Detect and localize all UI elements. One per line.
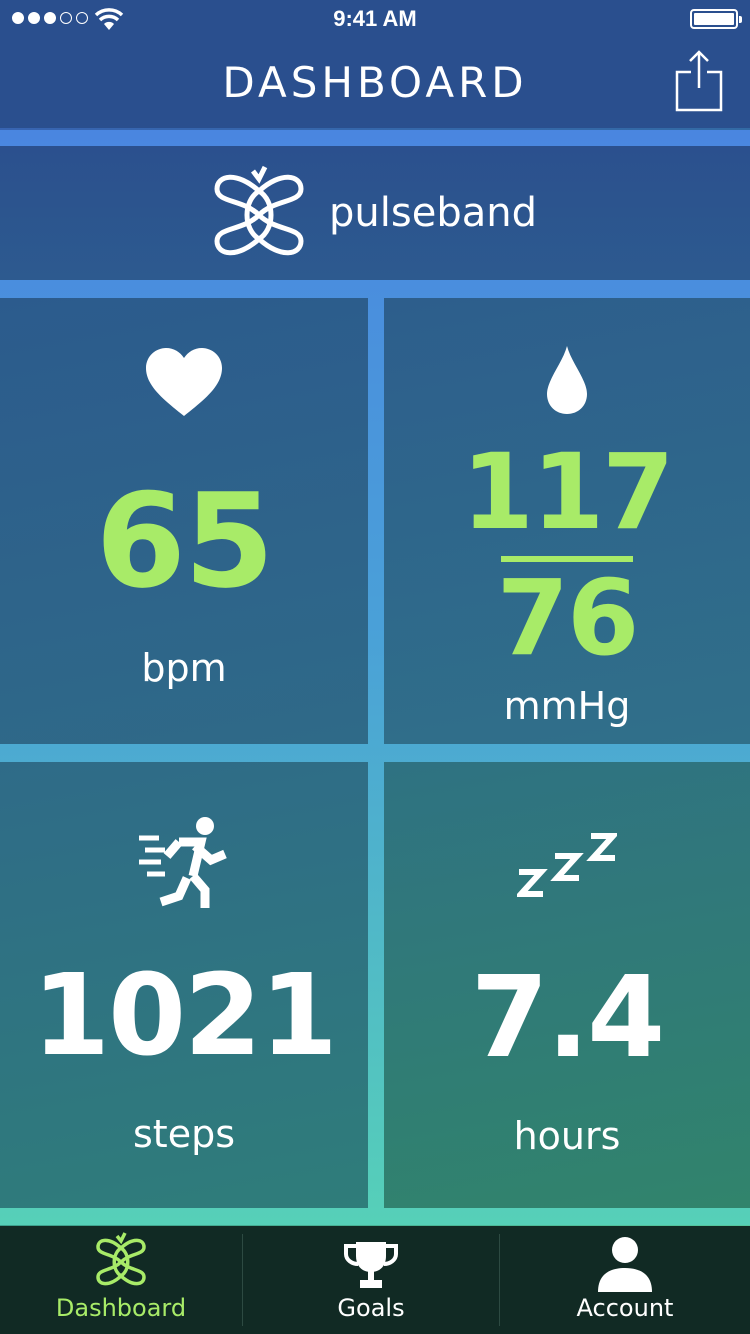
steps-tile[interactable]: 1021 steps	[0, 762, 368, 1208]
sleep-unit: hours	[513, 1114, 621, 1158]
battery-fill	[694, 13, 734, 25]
systolic-value: 117	[461, 431, 674, 553]
tab-dashboard[interactable]: Dashboard	[0, 1226, 242, 1334]
sleep-icon	[517, 833, 617, 897]
nav-header: DASHBOARD	[0, 40, 750, 128]
steps-unit: steps	[133, 1112, 235, 1156]
sleep-tile[interactable]: 7.4 hours	[384, 762, 750, 1208]
tab-account[interactable]: Account	[500, 1226, 750, 1334]
brand-banner: pulseband	[0, 146, 750, 280]
steps-value: 1021	[32, 951, 338, 1081]
page-title: DASHBOARD	[222, 58, 528, 107]
trophy-icon	[344, 1242, 398, 1288]
diastolic-value: 76	[496, 557, 640, 679]
tab-dashboard-label: Dashboard	[55, 1294, 187, 1322]
battery-icon	[690, 9, 742, 29]
sleep-value: 7.4	[470, 953, 665, 1083]
status-bar: 9:41 AM	[0, 0, 750, 40]
pulseband-logo-icon	[214, 165, 304, 256]
heart-icon	[146, 348, 222, 416]
heart-rate-value: 65	[95, 465, 275, 617]
pulseband-logo-icon	[96, 1232, 146, 1286]
tab-goals[interactable]: Goals	[243, 1226, 499, 1334]
drop-icon	[547, 346, 587, 414]
heart-rate-unit: bpm	[141, 646, 227, 690]
tab-goals-label: Goals	[337, 1294, 405, 1322]
status-time: 9:41 AM	[333, 6, 417, 31]
running-icon	[139, 817, 227, 908]
share-icon[interactable]	[674, 48, 724, 114]
tab-bar: Dashboard Goals Account	[0, 1226, 750, 1334]
tab-account-label: Account	[576, 1294, 674, 1322]
blood-pressure-unit: mmHg	[503, 684, 631, 728]
brand-name: pulseband	[329, 190, 537, 236]
user-icon	[598, 1237, 652, 1292]
blood-pressure-tile[interactable]: 117 76 mmHg	[384, 298, 750, 744]
heart-rate-tile[interactable]: 65 bpm	[0, 298, 368, 744]
